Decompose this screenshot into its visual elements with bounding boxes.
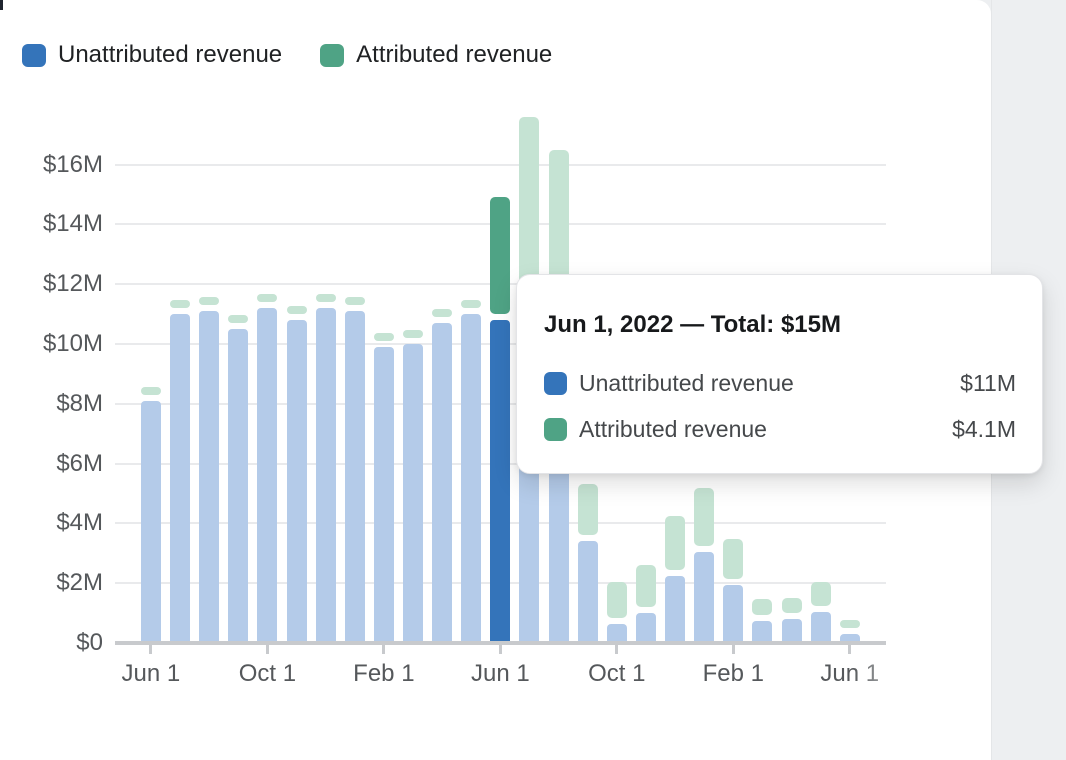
y-axis-label: $0	[0, 629, 103, 657]
x-axis-label: Jun 1	[103, 660, 199, 688]
bar-jun-2023-attributed[interactable]	[840, 620, 860, 628]
unattributed-color-swatch-icon	[544, 372, 567, 395]
bar-feb-2022-unattributed[interactable]	[374, 347, 394, 643]
bar-nov-2022-attributed[interactable]	[636, 565, 656, 607]
bar-may-2022-attributed[interactable]	[461, 300, 481, 308]
x-axis-tick	[732, 645, 735, 654]
bar-sep-2022-attributed[interactable]	[578, 484, 598, 535]
bar-jan-2023-attributed[interactable]	[694, 488, 714, 546]
y-axis-label: $14M	[0, 210, 103, 238]
bar-jan-2022-attributed[interactable]	[345, 297, 365, 305]
tooltip-value-unattributed: $11M	[960, 371, 1016, 395]
x-axis-tick	[615, 645, 618, 654]
bar-mar-2022-attributed[interactable]	[403, 330, 423, 338]
bar-aug-2021-attributed[interactable]	[199, 297, 219, 305]
bar-apr-2023-attributed[interactable]	[782, 598, 802, 613]
bar-sep-2021-unattributed[interactable]	[228, 329, 248, 643]
bar-mar-2023-attributed[interactable]	[752, 599, 772, 615]
bar-jul-2021-unattributed[interactable]	[170, 314, 190, 643]
bar-jul-2021-attributed[interactable]	[170, 300, 190, 308]
bar-dec-2021-unattributed[interactable]	[316, 308, 336, 643]
y-axis-label: $16M	[0, 151, 103, 179]
bar-apr-2022-attributed[interactable]	[432, 309, 452, 317]
chart-tooltip: Jun 1, 2022 — Total: $15M Unattributed r…	[516, 274, 1043, 474]
x-axis-label: Oct 1	[569, 660, 665, 688]
y-axis-label: $12M	[0, 270, 103, 298]
bar-sep-2022-unattributed[interactable]	[578, 541, 598, 643]
gridline-$16M	[115, 164, 886, 166]
y-axis-label: $4M	[0, 509, 103, 537]
tooltip-label-attributed: Attributed revenue	[579, 417, 767, 441]
analytics-card: Unattributed revenue Attributed revenue …	[0, 0, 991, 760]
bar-dec-2022-unattributed[interactable]	[665, 576, 685, 643]
x-axis-tick	[266, 645, 269, 654]
bar-nov-2021-unattributed[interactable]	[287, 320, 307, 643]
bar-may-2023-unattributed[interactable]	[811, 612, 831, 643]
bar-jun-2022-unattributed[interactable]	[490, 320, 510, 643]
x-axis-tick	[848, 645, 851, 654]
bar-jun-2022-attributed[interactable]	[490, 197, 510, 314]
bar-oct-2021-attributed[interactable]	[257, 294, 277, 302]
tooltip-row-attributed: Attributed revenue $4.1M	[544, 417, 1016, 441]
y-axis-label: $10M	[0, 330, 103, 358]
tooltip-title: Jun 1, 2022 — Total: $15M	[544, 311, 1016, 339]
bar-mar-2023-unattributed[interactable]	[752, 621, 772, 643]
y-axis-label: $6M	[0, 450, 103, 478]
bar-nov-2021-attributed[interactable]	[287, 306, 307, 314]
bar-feb-2023-attributed[interactable]	[723, 539, 743, 579]
attributed-color-swatch-icon	[544, 418, 567, 441]
bar-feb-2023-unattributed[interactable]	[723, 585, 743, 643]
bar-oct-2022-attributed[interactable]	[607, 582, 627, 618]
bar-apr-2023-unattributed[interactable]	[782, 619, 802, 643]
x-axis-tick	[149, 645, 152, 654]
tooltip-value-attributed: $4.1M	[952, 417, 1016, 441]
x-axis-label: Feb 1	[685, 660, 781, 688]
x-axis-tick	[499, 645, 502, 654]
tooltip-row-unattributed: Unattributed revenue $11M	[544, 371, 1016, 395]
bar-mar-2022-unattributed[interactable]	[403, 344, 423, 643]
y-axis-label: $8M	[0, 390, 103, 418]
bar-sep-2021-attributed[interactable]	[228, 315, 248, 323]
bar-apr-2022-unattributed[interactable]	[432, 323, 452, 643]
tooltip-label-unattributed: Unattributed revenue	[579, 371, 794, 395]
x-axis-tick	[382, 645, 385, 654]
x-axis-label: Jun 1	[802, 660, 898, 688]
y-axis-label: $2M	[0, 569, 103, 597]
x-axis-label: Oct 1	[219, 660, 315, 688]
bar-jun-2021-unattributed[interactable]	[141, 401, 161, 643]
bar-oct-2021-unattributed[interactable]	[257, 308, 277, 643]
bar-may-2022-unattributed[interactable]	[461, 314, 481, 643]
bar-may-2023-attributed[interactable]	[811, 582, 831, 606]
bar-jun-2021-attributed[interactable]	[141, 387, 161, 395]
bar-jan-2022-unattributed[interactable]	[345, 311, 365, 643]
bar-jan-2023-unattributed[interactable]	[694, 552, 714, 643]
x-axis-label: Jun 1	[452, 660, 548, 688]
bar-aug-2022-unattributed[interactable]	[549, 449, 569, 643]
x-axis-label: Feb 1	[336, 660, 432, 688]
bar-dec-2021-attributed[interactable]	[316, 294, 336, 302]
bar-nov-2022-unattributed[interactable]	[636, 613, 656, 643]
bar-feb-2022-attributed[interactable]	[374, 333, 394, 341]
bar-aug-2021-unattributed[interactable]	[199, 311, 219, 643]
bar-dec-2022-attributed[interactable]	[665, 516, 685, 570]
